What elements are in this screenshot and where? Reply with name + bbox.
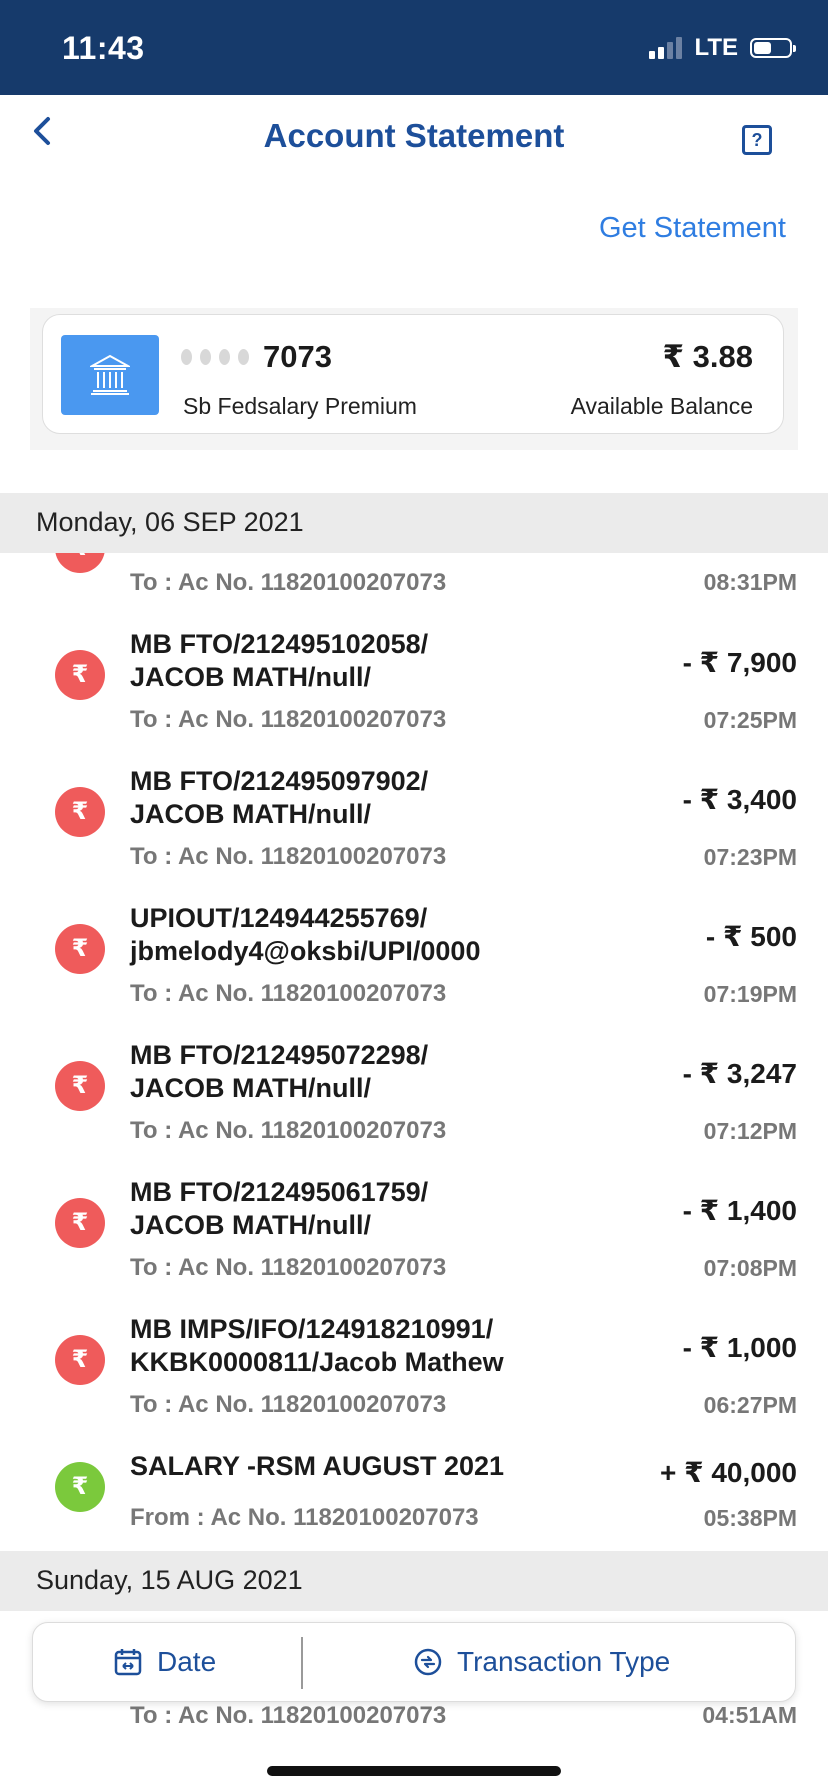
debit-icon: ₹: [55, 650, 105, 700]
date-section-header: Monday, 06 SEP 2021: [0, 493, 828, 553]
bank-icon: [90, 354, 130, 395]
transaction-time: 05:38PM: [703, 1505, 797, 1531]
account-name: Sb Fedsalary Premium: [183, 393, 417, 419]
transaction-type-label: Transaction Type: [457, 1646, 671, 1677]
debit-icon: ₹: [55, 1335, 105, 1385]
table-row[interactable]: ₹ UPIOUT/124944255769/jbmelody4@oksbi/UPI…: [0, 890, 828, 1028]
description-line-1: MB FTO/212495102058/: [130, 629, 429, 659]
network-label: LTE: [694, 34, 738, 61]
table-row[interactable]: ₹ MB FTO/212495102058/JACOB MATH/null/To …: [0, 616, 828, 754]
app-header: Account Statement ?: [0, 95, 828, 185]
transaction-amount: - ₹ 3,247: [682, 1058, 797, 1089]
transaction-description: MB FTO/212495097902/JACOB MATH/null/: [130, 765, 570, 831]
debit-icon: ₹: [55, 553, 105, 573]
transaction-amount: - ₹ 1,000: [682, 1332, 797, 1363]
description-line-2: JACOB MATH/null/: [130, 1073, 371, 1103]
transaction-type-icon: [414, 1648, 442, 1676]
description-line-1: MB FTO/212495072298/: [130, 1040, 429, 1070]
transaction-time: 07:23PM: [703, 844, 797, 870]
transaction-account: To : Ac No. 11820100207073: [130, 980, 447, 1007]
account-card[interactable]: 7073 Sb Fedsalary Premium ₹ 3.88 Availab…: [42, 314, 784, 434]
table-row[interactable]: ₹ To : Ac No. 11820100207073 08:31PM: [0, 553, 828, 617]
transaction-description: SALARY -RSM AUGUST 2021: [130, 1450, 570, 1483]
status-indicators: LTE: [649, 34, 796, 62]
available-balance: ₹ 3.88: [662, 339, 753, 374]
help-button[interactable]: ?: [742, 125, 772, 155]
description-line-1: SALARY -RSM AUGUST 2021: [130, 1451, 505, 1481]
masked-digits: [181, 349, 249, 365]
transaction-type-filter-button[interactable]: Transaction Type: [413, 1623, 670, 1701]
transaction-time: 07:12PM: [703, 1118, 797, 1144]
date-filter-button[interactable]: Date: [113, 1623, 216, 1701]
debit-icon: ₹: [55, 924, 105, 974]
table-row[interactable]: ₹ MB IMPS/IFO/124918210991/KKBK0000811/Ja…: [0, 1301, 828, 1439]
transaction-account: To : Ac No. 11820100207073: [130, 706, 447, 733]
transaction-description: MB FTO/212495102058/JACOB MATH/null/: [130, 628, 570, 694]
transaction-amount: - ₹ 500: [705, 921, 797, 952]
credit-icon: ₹: [55, 1462, 105, 1512]
date-filter-label: Date: [157, 1646, 217, 1677]
transaction-account: To : Ac No. 11820100207073: [130, 1391, 447, 1418]
account-last-digits: 7073: [263, 339, 332, 374]
status-time: 11:43: [62, 30, 145, 66]
description-line-2: jbmelody4@oksbi/UPI/0000: [130, 936, 481, 966]
get-statement-link[interactable]: Get Statement: [599, 212, 786, 245]
transaction-account: From : Ac No. 11820100207073: [130, 1504, 479, 1531]
debit-icon: ₹: [55, 1061, 105, 1111]
transaction-amount: - ₹ 3,400: [682, 784, 797, 815]
transaction-account: To : Ac No. 11820100207073: [130, 843, 447, 870]
home-indicator[interactable]: [267, 1766, 561, 1776]
account-card-wrapper: 7073 Sb Fedsalary Premium ₹ 3.88 Availab…: [30, 308, 798, 450]
transaction-account: To : Ac No. 11820100207073: [130, 1254, 447, 1281]
transaction-description: MB FTO/212495061759/JACOB MATH/null/: [130, 1176, 570, 1242]
signal-icon: [649, 37, 683, 59]
divider: [301, 1637, 303, 1689]
description-line-2: JACOB MATH/null/: [130, 662, 371, 692]
description-line-2: JACOB MATH/null/: [130, 799, 371, 829]
section-date: Monday, 06 SEP 2021: [36, 507, 304, 537]
bank-tile: [61, 335, 159, 415]
transaction-time: 07:19PM: [703, 981, 797, 1007]
transaction-amount: - ₹ 1,400: [682, 1195, 797, 1226]
table-row[interactable]: ₹ MB FTO/212495097902/JACOB MATH/null/To …: [0, 753, 828, 891]
question-square-icon: ?: [751, 130, 763, 150]
description-line-1: UPIOUT/124944255769/: [130, 903, 428, 933]
transaction-amount: + ₹ 40,000: [659, 1457, 797, 1488]
table-row[interactable]: ₹ MB FTO/212495061759/JACOB MATH/null/To …: [0, 1164, 828, 1302]
page-title: Account Statement: [263, 117, 565, 154]
transaction-time: 07:08PM: [703, 1255, 797, 1281]
transaction-account: To : Ac No. 11820100207073: [130, 1117, 447, 1144]
debit-icon: ₹: [55, 787, 105, 837]
description-line-2: JACOB MATH/null/: [130, 1210, 371, 1240]
balance-label: Available Balance: [570, 393, 753, 419]
debit-icon: ₹: [55, 1198, 105, 1248]
battery-level: [754, 42, 771, 54]
date-section-header: Sunday, 15 AUG 2021: [0, 1551, 828, 1611]
table-row[interactable]: ₹ MB FTO/212495072298/JACOB MATH/null/To …: [0, 1027, 828, 1165]
transaction-description: MB IMPS/IFO/124918210991/KKBK0000811/Jac…: [130, 1313, 570, 1379]
description-line-1: MB FTO/212495061759/: [130, 1177, 429, 1207]
description-line-1: MB FTO/212495097902/: [130, 766, 429, 796]
transaction-description: UPIOUT/124944255769/jbmelody4@oksbi/UPI/…: [130, 902, 570, 968]
status-bar: 11:43 LTE: [0, 0, 828, 95]
transaction-amount: - ₹ 7,900: [682, 647, 797, 678]
section-date: Sunday, 15 AUG 2021: [36, 1565, 303, 1595]
transaction-account: To : Ac No. 11820100207073: [130, 569, 447, 596]
transaction-time: 07:25PM: [703, 707, 797, 733]
transaction-time: 06:27PM: [703, 1392, 797, 1418]
filter-bar: Date Transaction Type: [32, 1622, 796, 1702]
table-row[interactable]: ₹ SALARY -RSM AUGUST 2021 From : Ac No. 11…: [0, 1438, 828, 1554]
battery-icon: [750, 38, 796, 58]
transaction-time: 08:31PM: [703, 569, 797, 595]
description-line-2: KKBK0000811/Jacob Mathew: [130, 1347, 504, 1377]
transaction-time: 04:51AM: [702, 1702, 797, 1728]
calendar-icon: [114, 1649, 142, 1676]
transaction-account: To : Ac No. 11820100207073: [130, 1702, 447, 1729]
description-line-1: MB IMPS/IFO/124918210991/: [130, 1314, 494, 1344]
transaction-description: MB FTO/212495072298/JACOB MATH/null/: [130, 1039, 570, 1105]
table-row[interactable]: To : Ac No. 11820100207073 04:51AM: [0, 1700, 828, 1740]
